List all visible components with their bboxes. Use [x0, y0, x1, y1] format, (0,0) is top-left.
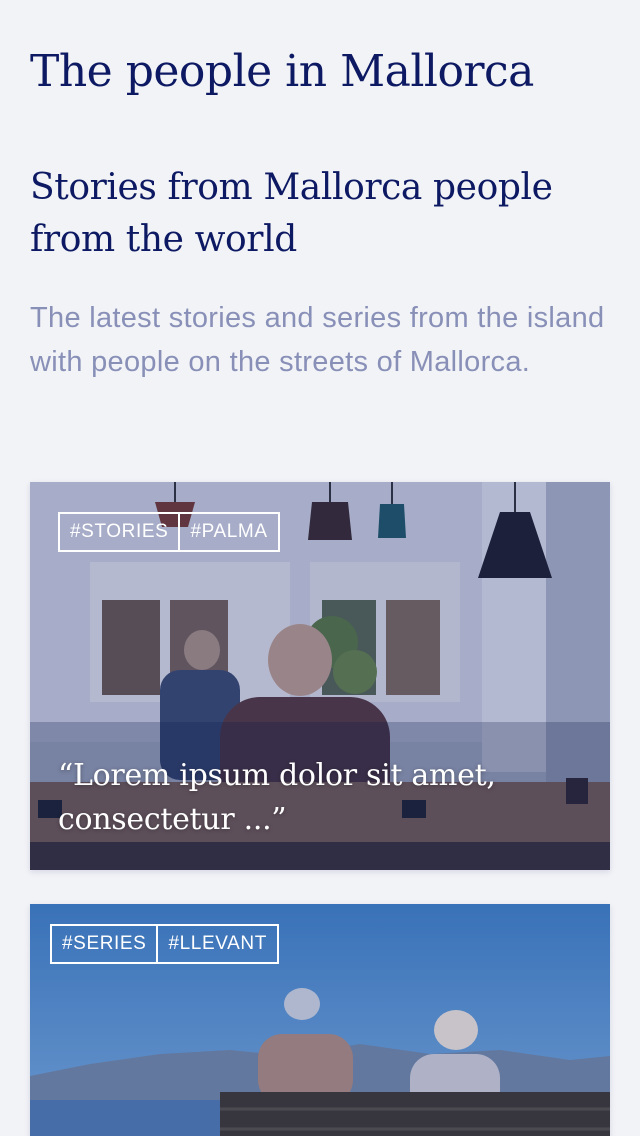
section-title: Stories from Mallorca people from the wo…: [30, 167, 553, 260]
tag-group: #SERIES #LLEVANT: [50, 924, 279, 964]
section-intro: The latest stories and series from the i…: [30, 302, 605, 378]
tag-llevant[interactable]: #LLEVANT: [156, 926, 276, 962]
story-quote: “Lorem ipsum dolor sit amet, consectetur…: [58, 758, 496, 837]
tag-group: #STORIES #PALMA: [58, 512, 280, 552]
tag-stories[interactable]: #STORIES: [60, 514, 178, 550]
tag-palma[interactable]: #PALMA: [178, 514, 277, 550]
page-title: The people in Mallorca: [30, 46, 534, 97]
series-card[interactable]: #SERIES #LLEVANT: [30, 904, 610, 1136]
story-card[interactable]: #STORIES #PALMA “Lorem ipsum dolor sit a…: [30, 482, 610, 870]
tag-series[interactable]: #SERIES: [52, 926, 156, 962]
